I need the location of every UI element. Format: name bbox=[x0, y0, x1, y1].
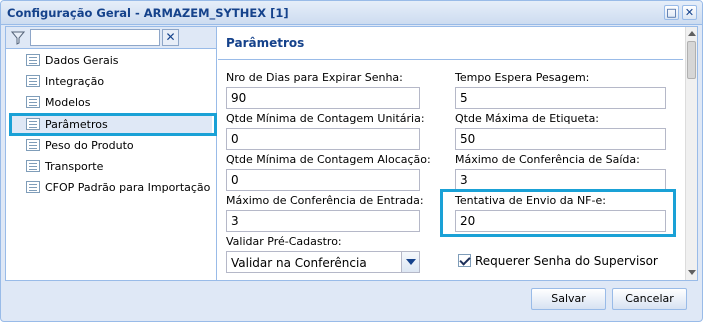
chevron-down-icon[interactable] bbox=[401, 252, 419, 272]
panel-title: Parâmetros bbox=[226, 36, 305, 50]
tree-item-label: Peso do Produto bbox=[45, 139, 134, 152]
clear-filter-icon[interactable]: ✕ bbox=[162, 29, 179, 46]
scroll-down-icon[interactable] bbox=[688, 270, 696, 275]
tree-item-modelos[interactable]: Modelos bbox=[12, 93, 212, 113]
page-icon bbox=[26, 54, 40, 66]
qtde-min-contagem-alocacao-field[interactable] bbox=[226, 169, 420, 191]
validar-pre-cadastro-value: Validar na Conferência bbox=[231, 256, 367, 270]
page-icon bbox=[26, 160, 40, 172]
selection-highlight bbox=[9, 113, 217, 136]
window-body: ✕ Dados Gerais Integração Modelos Parâme… bbox=[5, 26, 698, 281]
qtde-min-contagem-unitaria-field[interactable] bbox=[226, 128, 420, 150]
qtde-min-contagem-unitaria-label: Qtde Mínima de Contagem Unitária: bbox=[226, 112, 425, 125]
tree-item-transporte[interactable]: Transporte bbox=[12, 157, 212, 177]
scroll-thumb[interactable] bbox=[687, 41, 696, 79]
scroll-up-icon[interactable] bbox=[688, 31, 696, 36]
tree-item-integracao[interactable]: Integração bbox=[12, 72, 212, 92]
nfe-field-highlight bbox=[440, 189, 676, 237]
qtde-max-etiqueta-field[interactable] bbox=[455, 128, 666, 150]
tree-item-label: Modelos bbox=[45, 96, 91, 109]
requerer-senha-checkbox[interactable] bbox=[458, 254, 471, 267]
panel-divider bbox=[218, 59, 683, 60]
page-icon bbox=[26, 96, 40, 108]
window-title: Configuração Geral - ARMAZEM_SYTHEX [1] bbox=[7, 6, 289, 20]
max-conferencia-entrada-field[interactable] bbox=[226, 210, 420, 232]
title-bar[interactable]: Configuração Geral - ARMAZEM_SYTHEX [1] … bbox=[1, 1, 702, 25]
maximize-icon[interactable]: □ bbox=[664, 5, 679, 20]
qtde-max-etiqueta-label: Qtde Máxima de Etiqueta: bbox=[455, 112, 600, 125]
cancel-button[interactable]: Cancelar bbox=[612, 288, 687, 310]
max-conferencia-entrada-label: Máximo de Conferência de Entrada: bbox=[226, 194, 424, 207]
tree-item-label: CFOP Padrão para Importação bbox=[45, 181, 211, 194]
page-icon bbox=[26, 139, 40, 151]
page-icon bbox=[26, 181, 40, 193]
tree-item-label: Integração bbox=[45, 75, 105, 88]
validar-pre-cadastro-select[interactable]: Validar na Conferência bbox=[226, 251, 420, 273]
tree-item-label: Transporte bbox=[45, 160, 104, 173]
save-button[interactable]: Salvar bbox=[531, 288, 606, 310]
qtde-min-contagem-alocacao-label: Qtde Mínima de Contagem Alocação: bbox=[226, 153, 431, 166]
dias-expirar-senha-label: Nro de Dias para Expirar Senha: bbox=[226, 71, 403, 84]
validar-pre-cadastro-label: Validar Pré-Cadastro: bbox=[226, 235, 342, 248]
tree-toolbar: ✕ bbox=[6, 27, 216, 49]
dias-expirar-senha-field[interactable] bbox=[226, 87, 420, 109]
max-conferencia-saida-field[interactable] bbox=[455, 169, 666, 191]
max-conferencia-saida-label: Máximo de Conferência de Saída: bbox=[455, 153, 640, 166]
requerer-senha-label: Requerer Senha do Supervisor bbox=[475, 254, 658, 268]
settings-tree: ✕ Dados Gerais Integração Modelos Parâme… bbox=[6, 27, 217, 280]
tempo-espera-pesagem-field[interactable] bbox=[455, 87, 666, 109]
tree-filter-input[interactable] bbox=[30, 29, 160, 46]
page-icon bbox=[26, 75, 40, 87]
filter-icon bbox=[11, 31, 25, 45]
tempo-espera-pesagem-label: Tempo Espera Pesagem: bbox=[455, 71, 590, 84]
tree-item-dados-gerais[interactable]: Dados Gerais bbox=[12, 51, 212, 71]
config-window: Configuração Geral - ARMAZEM_SYTHEX [1] … bbox=[0, 0, 703, 322]
parameters-panel: Parâmetros Nro de Dias para Expirar Senh… bbox=[218, 27, 697, 280]
form-scrollbar[interactable] bbox=[685, 27, 697, 280]
tree-item-cfop-padrao[interactable]: CFOP Padrão para Importação bbox=[12, 178, 212, 198]
tree-item-peso-do-produto[interactable]: Peso do Produto bbox=[12, 136, 212, 156]
close-icon[interactable]: ✕ bbox=[682, 5, 697, 20]
tree-item-label: Dados Gerais bbox=[45, 54, 119, 67]
